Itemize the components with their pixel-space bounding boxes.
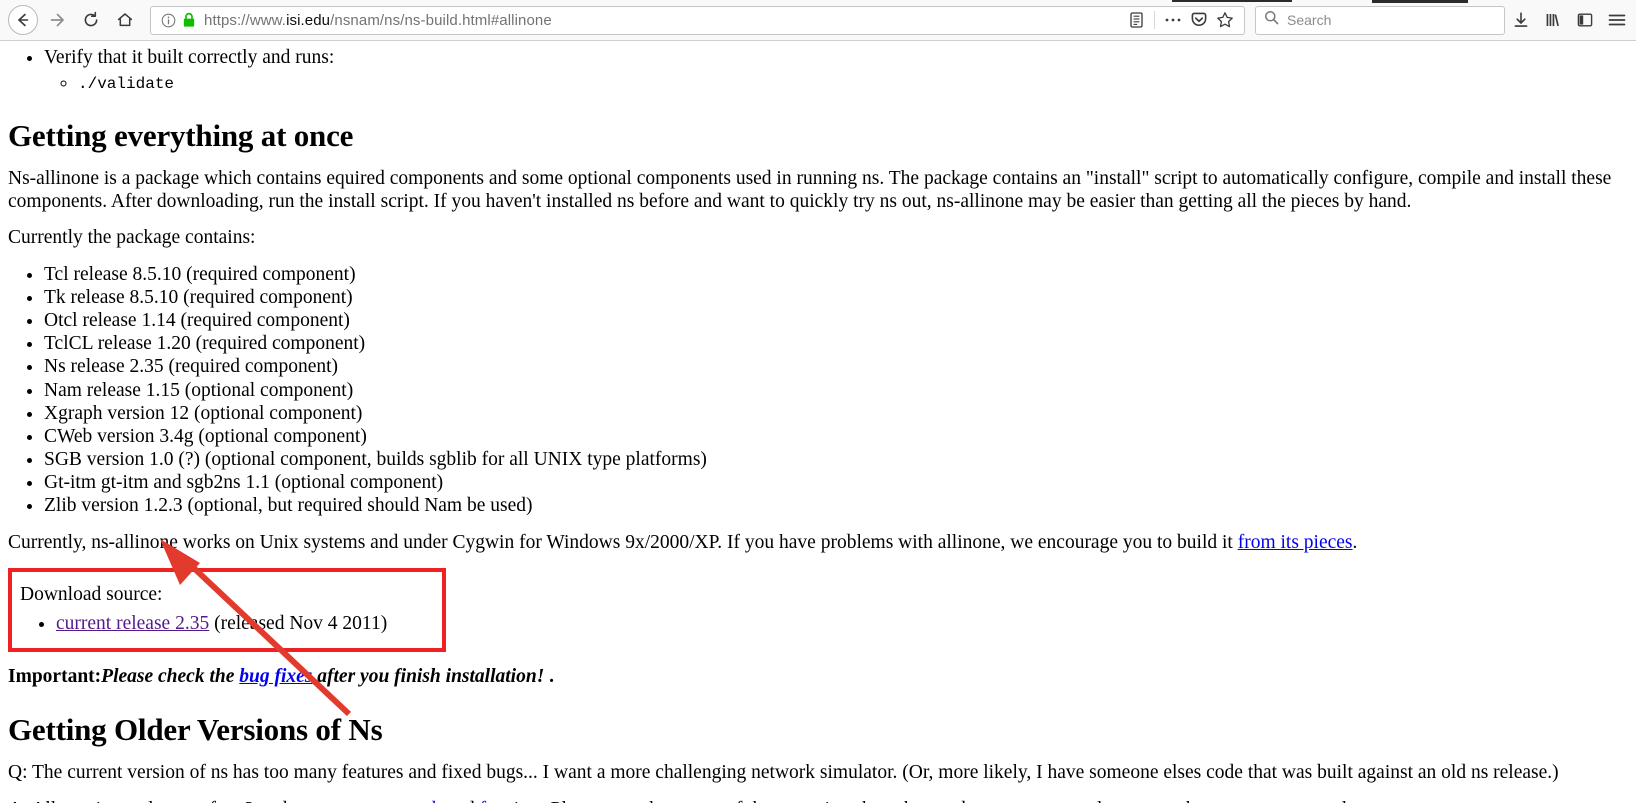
reload-icon — [82, 11, 100, 29]
tab-strip-stub-right — [1372, 0, 1468, 3]
heading-getting-everything-at-once: Getting everything at once — [8, 118, 354, 154]
verify-list: Verify that it built correctly and runs:… — [8, 47, 1628, 94]
ftp-link[interactable]: ftp — [480, 799, 502, 803]
list-item: Ns release 2.35 (required component) — [44, 356, 1628, 379]
forward-button[interactable] — [40, 3, 74, 37]
red-highlight-box: Download source: current release 2.35 (r… — [8, 568, 446, 652]
search-input[interactable]: Search — [1287, 12, 1331, 28]
list-item: Xgraph version 12 (optional component) — [44, 403, 1628, 426]
question-paragraph: Q: The current version of ns has too man… — [8, 762, 1559, 784]
back-icon — [8, 5, 38, 35]
answer-paragraph: A: All previous releases of ns-2 and nam… — [8, 799, 1628, 803]
verify-text: Verify that it built correctly and runs: — [44, 47, 335, 68]
download-list: current release 2.35 (released Nov 4 201… — [20, 613, 434, 636]
toolbar-right-group — [1505, 4, 1636, 36]
library-button[interactable] — [1537, 4, 1569, 36]
current-release-link[interactable]: current release 2.35 — [56, 613, 209, 634]
answer-text-start: A: All previous releases of ns-2 and nam… — [8, 799, 409, 803]
sidebar-icon — [1576, 11, 1594, 29]
url-path: /nsnam/ns/ns-build.html#allinone — [330, 11, 552, 29]
url-prefix: https://www. — [204, 11, 287, 29]
lock-icon[interactable] — [182, 12, 196, 28]
list-item: Otcl release 1.14 (required component) — [44, 310, 1628, 333]
answer-text-end: sites. Please note that many of these ve… — [501, 799, 1385, 803]
urlbar-divider — [1154, 11, 1155, 29]
list-item: Tcl release 8.5.10 (required component) — [44, 264, 1628, 287]
info-icon[interactable] — [161, 13, 176, 28]
validate-command: ./validate — [78, 74, 175, 93]
home-button[interactable] — [108, 3, 142, 37]
intro-paragraph: Ns-allinone is a package which contains … — [8, 168, 1612, 212]
page-content: Verify that it built correctly and runs:… — [0, 47, 1636, 803]
tab-strip-stub-left — [1172, 0, 1292, 2]
menu-button[interactable] — [1601, 4, 1633, 36]
download-source-label: Download source: — [20, 584, 163, 606]
important-prefix: Important: — [8, 665, 102, 687]
forward-icon — [48, 11, 66, 29]
important-text: Please check the — [101, 665, 240, 687]
url-host: isi.edu — [286, 11, 331, 29]
ellipsis-icon[interactable] — [1160, 8, 1186, 32]
components-list: Tcl release 8.5.10 (required component) … — [8, 264, 1628, 518]
search-bar[interactable]: Search — [1255, 5, 1505, 35]
list-item: TclCL release 1.20 (required component) — [44, 333, 1628, 356]
web-link[interactable]: web — [409, 799, 442, 803]
home-icon — [116, 11, 134, 29]
back-button[interactable] — [6, 3, 40, 37]
downloads-button[interactable] — [1505, 4, 1537, 36]
reload-button[interactable] — [74, 3, 108, 37]
list-item: ./validate — [78, 72, 1628, 95]
release-date-note: (released Nov 4 2011) — [209, 612, 388, 634]
download-icon — [1512, 11, 1530, 29]
list-item: SGB version 1.0 (?) (optional component,… — [44, 449, 1628, 472]
important-period: . — [544, 665, 555, 687]
answer-text-mid: and — [442, 799, 480, 803]
important-text-end: after you finish installation! — [312, 665, 545, 687]
list-item: Zlib version 1.2.3 (optional, but requir… — [44, 495, 1628, 518]
sidebar-button[interactable] — [1569, 4, 1601, 36]
pocket-icon[interactable] — [1186, 8, 1212, 32]
reader-view-icon[interactable] — [1123, 8, 1149, 32]
address-bar[interactable]: https://www.isi.edu/nsnam/ns/ns-build.ht… — [150, 5, 1245, 35]
list-item: CWeb version 3.4g (optional component) — [44, 426, 1628, 449]
heading-getting-older-versions: Getting Older Versions of Ns — [8, 712, 383, 748]
cygwin-paragraph: Currently, ns-allinone works on Unix sys… — [8, 532, 1628, 555]
from-its-pieces-link[interactable]: from its pieces — [1238, 532, 1353, 553]
important-note: Important:Please check the bug fixes aft… — [8, 666, 1628, 689]
library-icon — [1544, 11, 1562, 29]
star-icon[interactable] — [1212, 8, 1238, 32]
list-item: Nam release 1.15 (optional component) — [44, 380, 1628, 403]
cygwin-text: Currently, ns-allinone works on Unix sys… — [8, 531, 1238, 553]
cygwin-text-end: . — [1352, 531, 1358, 553]
bug-fixes-link[interactable]: bug fixes — [239, 666, 312, 687]
list-item: Verify that it built correctly and runs:… — [44, 47, 1628, 94]
search-icon — [1264, 10, 1279, 30]
hamburger-menu-icon — [1607, 11, 1627, 29]
list-item: Gt-itm gt-itm and sgb2ns 1.1 (optional c… — [44, 472, 1628, 495]
browser-toolbar: https://www.isi.edu/nsnam/ns/ns-build.ht… — [0, 0, 1636, 41]
verify-sublist: ./validate — [44, 72, 1628, 95]
url-text: https://www.isi.edu/nsnam/ns/ns-build.ht… — [204, 12, 1123, 29]
list-item: current release 2.35 (released Nov 4 201… — [56, 613, 434, 636]
package-contains-label: Currently the package contains: — [8, 227, 256, 249]
list-item: Tk release 8.5.10 (required component) — [44, 287, 1628, 310]
